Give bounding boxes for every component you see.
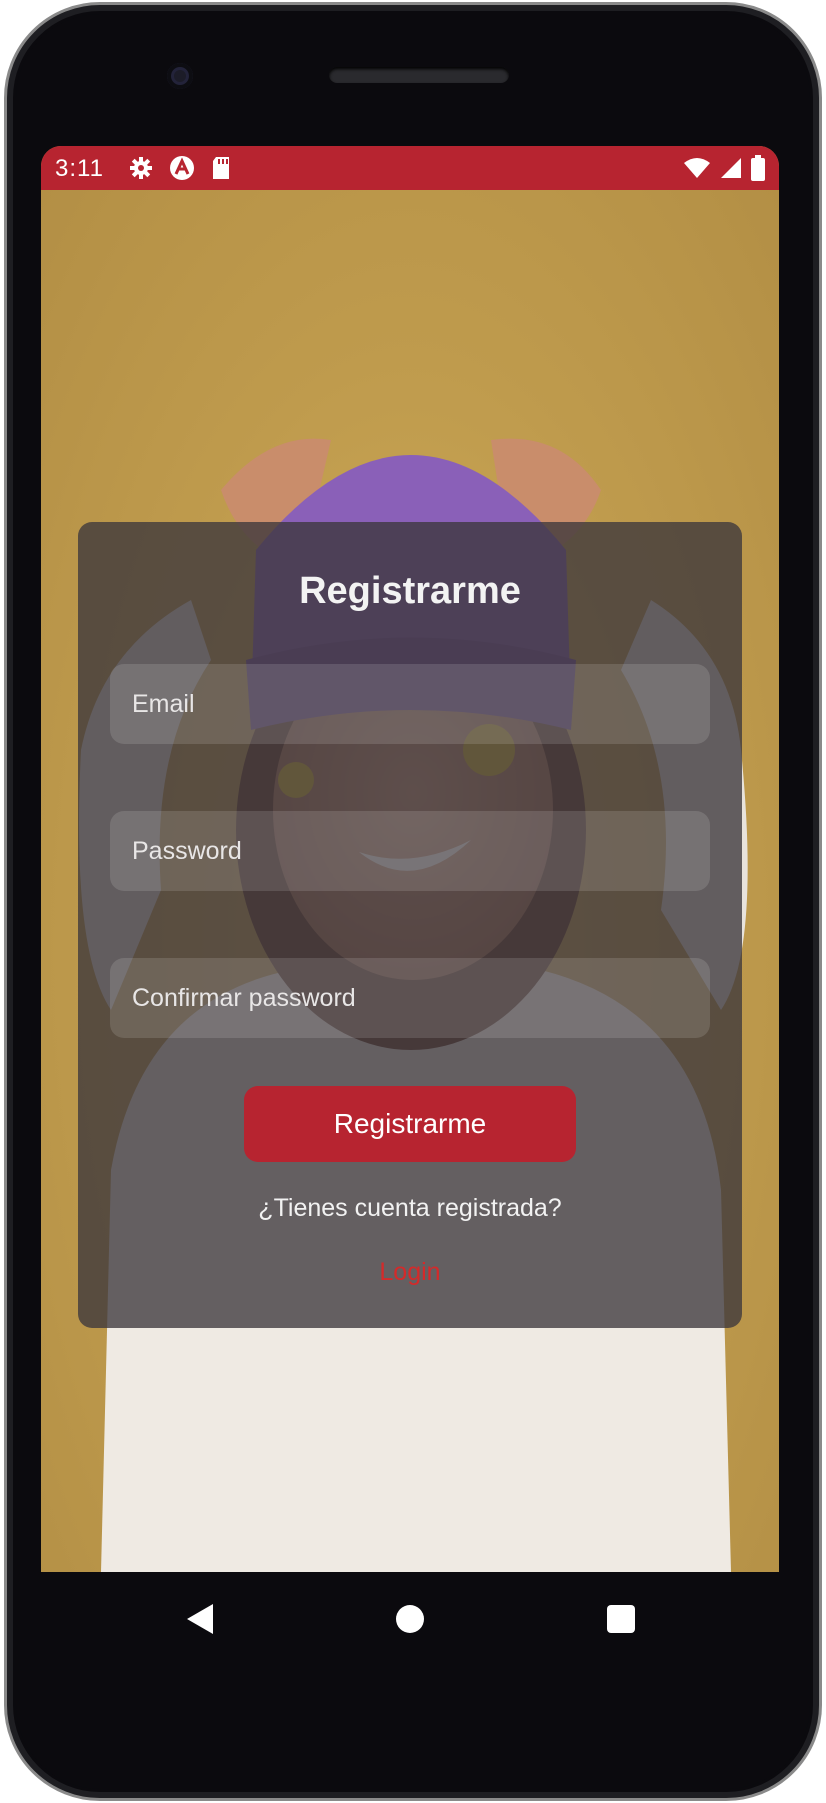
home-icon[interactable] [396, 1605, 424, 1633]
back-icon[interactable] [185, 1602, 215, 1636]
status-time: 3:11 [55, 155, 104, 182]
register-button[interactable]: Registrarme [244, 1086, 576, 1162]
background-photo: Registrarme Registrarme ¿Tienes cuenta r… [41, 190, 779, 1572]
earpiece-speaker [329, 67, 509, 83]
front-camera [167, 63, 193, 89]
confirm-password-field[interactable] [110, 958, 710, 1038]
password-field[interactable] [110, 811, 710, 891]
signal-icon [721, 158, 741, 178]
status-icons-left [129, 155, 231, 181]
account-question: ¿Tienes cuenta registrada? [258, 1194, 562, 1222]
a-icon [170, 156, 194, 180]
screen: 3:11 Registrarme Email Registrarme ¿Tien… [41, 146, 779, 1572]
register-card: Registrarme Registrarme ¿Tienes cuenta r… [78, 522, 742, 1328]
status-bar: 3:11 [41, 146, 779, 190]
sd-card-icon [213, 157, 229, 179]
battery-icon [751, 155, 765, 181]
status-icons-right [683, 155, 765, 181]
navigation-bar [41, 1572, 779, 1668]
wifi-icon [684, 158, 710, 178]
gear-icon [130, 157, 152, 179]
login-link[interactable]: Login [78, 1258, 742, 1287]
page-title: Registrarme [299, 570, 521, 612]
recents-icon[interactable] [607, 1605, 635, 1633]
email-field[interactable] [110, 664, 710, 744]
